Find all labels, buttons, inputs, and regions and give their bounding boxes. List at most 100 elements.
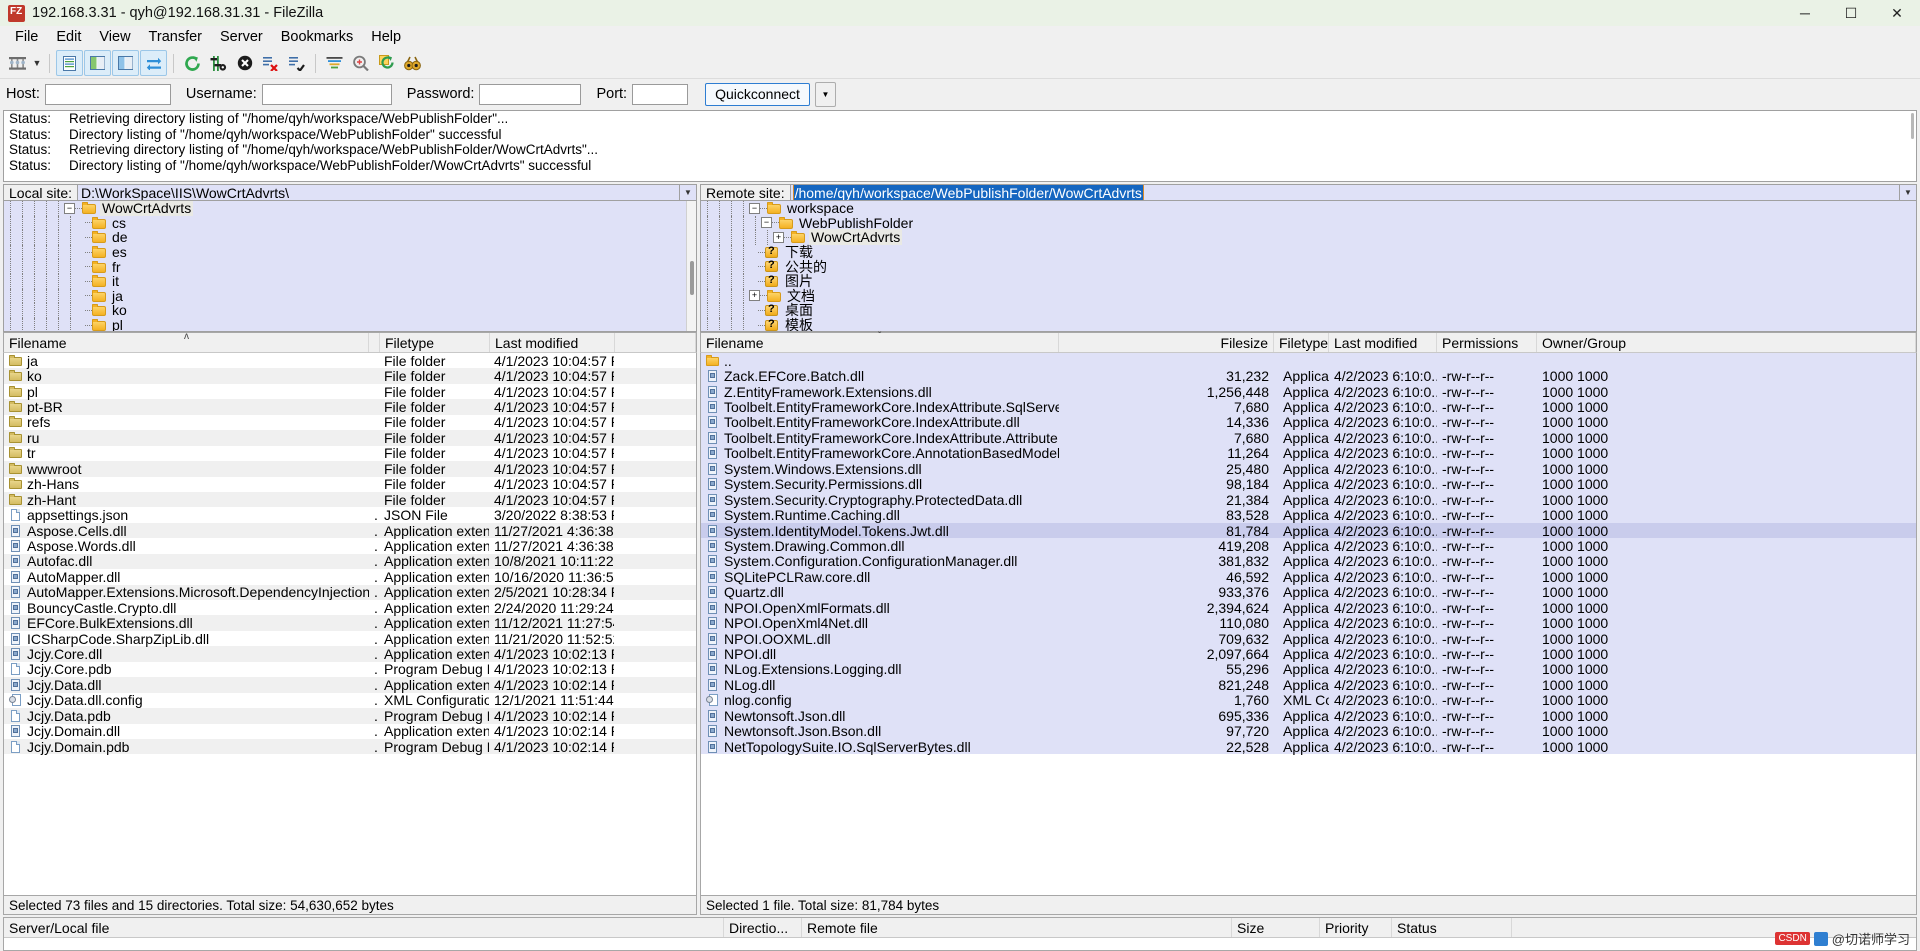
filter-icon[interactable]	[322, 51, 347, 75]
chevron-down-icon[interactable]: ▼	[814, 81, 836, 107]
local-site-path[interactable]: D:\WorkSpace\IIS\WowCrtAdvrts\	[77, 184, 680, 201]
table-row[interactable]: pt-BR File folder 4/1/2023 10:04:57 PM	[4, 399, 696, 415]
table-row[interactable]: ru File folder 4/1/2023 10:04:57 PM	[4, 430, 696, 446]
column-header-owner-group[interactable]: Owner/Group	[1537, 333, 1916, 352]
tree-item[interactable]: it	[4, 273, 696, 289]
local-site-dropdown-icon[interactable]: ▼	[680, 184, 697, 201]
toggle-local-tree-icon[interactable]	[84, 50, 111, 76]
quickconnect-button[interactable]: Quickconnect	[705, 82, 810, 106]
table-row[interactable]: NPOI.OpenXmlFormats.dll 2,394,624 Applicat…	[701, 600, 1916, 616]
table-row[interactable]: Aspose.Cells.dll. Application extens... 11…	[4, 523, 696, 539]
tree-item[interactable]: 下载	[701, 244, 1916, 260]
expand-icon[interactable]: +	[749, 290, 760, 302]
tree-item[interactable]: ko	[4, 302, 696, 318]
menu-transfer[interactable]: Transfer	[140, 27, 211, 47]
table-row[interactable]: System.Drawing.Common.dll 419,208 Applicat…	[701, 538, 1916, 554]
column-header-permissions[interactable]: Permissions	[1437, 333, 1537, 352]
tree-item[interactable]: cs	[4, 215, 696, 231]
process-queue-icon[interactable]	[206, 51, 231, 75]
table-row[interactable]: NPOI.dll 2,097,664 Applicatio... 4/2/2023 6…	[701, 646, 1916, 662]
table-row[interactable]: SQLitePCLRaw.core.dll 46,592 Applicatio...…	[701, 569, 1916, 585]
table-row[interactable]: System.Runtime.Caching.dll 83,528 Applicat…	[701, 507, 1916, 523]
table-row[interactable]: tr File folder 4/1/2023 10:04:57 PM	[4, 445, 696, 461]
table-row[interactable]: Jcjy.Data.dll.config. XML Configuratio...…	[4, 692, 696, 708]
table-row[interactable]: Newtonsoft.Json.dll 695,336 Applicatio... 4…	[701, 708, 1916, 724]
table-row[interactable]: System.Configuration.ConfigurationManage…	[701, 553, 1916, 569]
table-row[interactable]: refs File folder 4/1/2023 10:04:57 PM	[4, 414, 696, 430]
table-row[interactable]: Toolbelt.EntityFrameworkCore.IndexAttrib…	[701, 399, 1916, 415]
table-row[interactable]: Toolbelt.EntityFrameworkCore.IndexAttrib…	[701, 430, 1916, 446]
table-row[interactable]: Quartz.dll 933,376 Applicatio... 4/2/2023 6…	[701, 584, 1916, 600]
table-row[interactable]: appsettings.json. JSON File 3/20/2022 8:38…	[4, 507, 696, 523]
tree-item[interactable]: 模板	[701, 317, 1916, 331]
disconnect-icon[interactable]	[258, 51, 283, 75]
table-row[interactable]: System.IdentityModel.Tokens.Jwt.dll 81,78…	[701, 523, 1916, 539]
table-row[interactable]: Toolbelt.EntityFrameworkCore.AnnotationB…	[701, 445, 1916, 461]
remote-site-path[interactable]: /home/qyh/workspace/WebPublishFolder/Wow…	[789, 184, 1900, 201]
tree-item[interactable]: + WowCrtAdvrts	[701, 229, 1916, 246]
table-row[interactable]: Jcjy.Data.dll. Application extens... 4/1/2…	[4, 677, 696, 693]
tree-item[interactable]: 图片	[701, 273, 1916, 289]
maximize-button[interactable]: ☐	[1828, 0, 1874, 26]
local-directory-tree[interactable]: − WowCrtAdvrts cs de es fr it ja ko pl	[3, 201, 697, 332]
tree-item[interactable]: fr	[4, 259, 696, 275]
table-row[interactable]: NLog.Extensions.Logging.dll 55,296 Applica…	[701, 661, 1916, 677]
table-row[interactable]: Jcjy.Domain.dll. Application extens... 4/1…	[4, 723, 696, 739]
column-header-blank[interactable]	[369, 333, 380, 352]
table-row[interactable]: NPOI.OpenXml4Net.dll 110,080 Applicatio...…	[701, 615, 1916, 631]
queue-column-server-local-file[interactable]: Server/Local file	[4, 918, 724, 937]
menu-view[interactable]: View	[90, 27, 139, 47]
toggle-message-log-icon[interactable]	[56, 50, 83, 76]
reconnect-icon[interactable]	[284, 51, 309, 75]
tree-item[interactable]: − WowCrtAdvrts	[4, 201, 696, 217]
column-header-last-modified[interactable]: Last modified	[1329, 333, 1437, 352]
username-input[interactable]	[261, 83, 392, 105]
site-manager-dropdown-icon[interactable]: ▼	[31, 51, 43, 75]
find-icon[interactable]	[400, 51, 425, 75]
tree-item[interactable]: ja	[4, 288, 696, 304]
tree-item[interactable]: es	[4, 244, 696, 260]
menu-help[interactable]: Help	[362, 27, 410, 47]
refresh-icon[interactable]	[180, 51, 205, 75]
tree-item[interactable]: pl	[4, 317, 696, 331]
table-row[interactable]: EFCore.BulkExtensions.dll. Application ex…	[4, 615, 696, 631]
compare-icon[interactable]	[348, 51, 373, 75]
table-row[interactable]: Z.EntityFramework.Extensions.dll 1,256,44…	[701, 384, 1916, 400]
queue-column-size[interactable]: Size	[1232, 918, 1320, 937]
local-file-list[interactable]: ja File folder 4/1/2023 10:04:57 PM ko File …	[3, 353, 697, 896]
table-row[interactable]: ..	[701, 353, 1916, 369]
queue-column-remote-file[interactable]: Remote file	[802, 918, 1232, 937]
local-tree-scrollbar[interactable]	[686, 201, 696, 331]
menu-file[interactable]: File	[6, 27, 47, 47]
tree-item[interactable]: de	[4, 229, 696, 245]
synchronized-browsing-icon[interactable]	[374, 51, 399, 75]
host-input[interactable]	[44, 83, 171, 105]
password-input[interactable]	[479, 83, 582, 105]
tree-item[interactable]: 公共的	[701, 259, 1916, 275]
table-row[interactable]: ko File folder 4/1/2023 10:04:57 PM	[4, 368, 696, 384]
table-row[interactable]: nlog.config 1,760 XML Confi... 4/2/2023 6:1…	[701, 692, 1916, 708]
table-row[interactable]: Newtonsoft.Json.Bson.dll 97,720 Applicatio…	[701, 723, 1916, 739]
toggle-transfer-queue-icon[interactable]	[140, 50, 167, 76]
remote-file-list[interactable]: ..Zack.EFCore.Batch.dll 31,232 Applicatio.…	[700, 353, 1917, 896]
menu-bookmarks[interactable]: Bookmarks	[272, 27, 363, 47]
table-row[interactable]: NetTopologySuite.IO.SqlServerBytes.dll 22…	[701, 739, 1916, 755]
toggle-remote-tree-icon[interactable]	[112, 50, 139, 76]
column-header-filetype[interactable]: Filetype	[380, 333, 490, 352]
table-row[interactable]: ICSharpCode.SharpZipLib.dll. Application …	[4, 631, 696, 647]
column-header-blank[interactable]	[615, 333, 696, 352]
table-row[interactable]: Zack.EFCore.Batch.dll 31,232 Applicatio...…	[701, 368, 1916, 384]
column-header-last-modified[interactable]: Last modified	[490, 333, 615, 352]
remote-site-dropdown-icon[interactable]: ▼	[1900, 184, 1917, 201]
queue-column-priority[interactable]: Priority	[1320, 918, 1392, 937]
close-button[interactable]: ✕	[1874, 0, 1920, 26]
queue-column-status[interactable]: Status	[1392, 918, 1512, 937]
remote-directory-tree[interactable]: − workspace − WebPublishFolder + WowCrtAdvrts…	[700, 201, 1917, 332]
table-row[interactable]: wwwroot File folder 4/1/2023 10:04:57 PM	[4, 461, 696, 477]
tree-item[interactable]: + 文档	[701, 288, 1916, 304]
table-row[interactable]: AutoMapper.dll. Application extens... 10/1…	[4, 569, 696, 585]
collapse-icon[interactable]: −	[761, 217, 772, 229]
table-row[interactable]: pl File folder 4/1/2023 10:04:57 PM	[4, 384, 696, 400]
table-row[interactable]: System.Security.Permissions.dll 98,184 App…	[701, 476, 1916, 492]
column-header-filetype[interactable]: Filetype	[1274, 333, 1329, 352]
